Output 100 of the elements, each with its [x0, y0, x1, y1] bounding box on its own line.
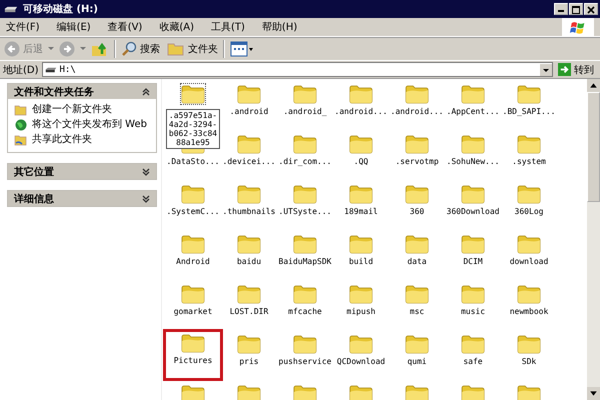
folder-icon[interactable] — [461, 384, 485, 400]
vertical-scrollbar[interactable] — [587, 79, 600, 400]
folder-icon[interactable] — [461, 234, 485, 254]
collapse-chevron-icon[interactable] — [142, 88, 150, 96]
folder-name[interactable]: QCDownload — [336, 357, 386, 366]
folder-name[interactable]: .DataSto... — [166, 157, 220, 166]
folder-icon[interactable] — [461, 284, 485, 304]
folder-icon[interactable] — [349, 384, 373, 400]
folder-name[interactable]: DCIM — [463, 257, 483, 266]
forward-button[interactable] — [57, 39, 77, 59]
folder-name[interactable]: qumi — [407, 357, 427, 366]
menu-item[interactable]: 查看(V) — [108, 20, 142, 34]
folder-icon[interactable] — [517, 234, 541, 254]
menu-item[interactable]: 工具(T) — [211, 20, 245, 34]
folder-name[interactable]: .SohuNew... — [446, 157, 500, 166]
folder-name[interactable]: .UTSyste... — [278, 207, 332, 216]
folder-icon[interactable] — [349, 334, 373, 354]
folder-icon[interactable] — [461, 134, 485, 154]
close-button[interactable] — [584, 3, 598, 15]
folder-icon[interactable] — [461, 184, 485, 204]
folder-name[interactable]: .BD_SAPI... — [502, 107, 556, 116]
folder-name[interactable]: BaiduMapSDK — [278, 257, 332, 266]
folder-icon[interactable] — [293, 134, 317, 154]
folder-name[interactable]: .system — [512, 157, 546, 166]
folder-name[interactable]: .devicei... — [222, 157, 276, 166]
folder-icon[interactable] — [405, 334, 429, 354]
folder-icon[interactable] — [461, 84, 485, 104]
folder-icon[interactable] — [293, 184, 317, 204]
folder-name[interactable]: msc — [410, 307, 424, 316]
folder-icon[interactable] — [405, 184, 429, 204]
folder-icon[interactable] — [237, 284, 261, 304]
folder-icon[interactable] — [293, 384, 317, 400]
folder-icon[interactable] — [405, 284, 429, 304]
folder-icon[interactable] — [349, 84, 373, 104]
folder-name[interactable]: newmbook — [510, 307, 548, 316]
folder-icon[interactable] — [517, 134, 541, 154]
folder-name[interactable]: mipush — [346, 307, 376, 316]
folder-icon[interactable] — [237, 384, 261, 400]
folder-icon[interactable] — [237, 334, 261, 354]
views-button[interactable] — [228, 39, 256, 59]
folder-name[interactable]: Android — [176, 257, 210, 266]
folder-name[interactable]: .android... — [390, 107, 444, 116]
dropdown-icon[interactable] — [540, 64, 552, 76]
folder-name[interactable]: .android — [230, 107, 268, 116]
folder-name[interactable]: baidu — [236, 257, 262, 266]
folder-icon[interactable] — [293, 284, 317, 304]
folder-icon[interactable] — [293, 234, 317, 254]
folder-name[interactable]: .android... — [334, 107, 388, 116]
folder-icon[interactable] — [237, 84, 261, 104]
task-link[interactable]: 共享此文件夹 — [32, 134, 92, 145]
folder-icon[interactable] — [181, 384, 205, 400]
folder-name[interactable]: 360Download — [446, 207, 500, 216]
menu-item[interactable]: 帮助(H) — [262, 20, 298, 34]
folder-name[interactable]: pris — [239, 357, 259, 366]
folder-icon[interactable] — [517, 184, 541, 204]
folder-name[interactable]: 360Log — [514, 207, 544, 216]
folder-name[interactable]: music — [460, 307, 486, 316]
folder-icon[interactable] — [517, 334, 541, 354]
folder-icon[interactable] — [181, 234, 205, 254]
folder-icon[interactable] — [237, 234, 261, 254]
folder-icon[interactable] — [181, 284, 205, 304]
folder-icon[interactable] — [405, 234, 429, 254]
folder-icon[interactable] — [181, 184, 205, 204]
folder-name[interactable]: download — [510, 257, 548, 266]
folder-icon[interactable] — [405, 384, 429, 400]
address-field[interactable]: H:\ — [42, 62, 553, 77]
folder-icon[interactable] — [405, 134, 429, 154]
menu-item[interactable]: 编辑(E) — [56, 20, 91, 34]
folder-icon[interactable] — [349, 284, 373, 304]
folder-icon[interactable] — [461, 334, 485, 354]
folder-name[interactable]: data — [407, 257, 427, 266]
panel-header[interactable]: 其它位置 — [8, 164, 156, 179]
folder-icon[interactable] — [349, 234, 373, 254]
task-link[interactable]: 将这个文件夹发布到 Web — [32, 119, 147, 130]
folder-icon[interactable] — [181, 84, 205, 104]
maximize-button[interactable] — [569, 3, 583, 15]
folder-icon[interactable] — [349, 134, 373, 154]
folder-name[interactable]: LOST.DIR — [230, 307, 268, 316]
folder-icon[interactable] — [517, 84, 541, 104]
search-button[interactable]: 搜索 — [119, 39, 162, 59]
scroll-down-icon[interactable] — [587, 387, 600, 400]
folder-name[interactable]: gomarket — [174, 307, 212, 316]
folder-icon[interactable] — [181, 333, 205, 353]
folder-name[interactable]: .thumbnails — [222, 207, 276, 216]
folder-icon[interactable] — [237, 134, 261, 154]
scroll-up-icon[interactable] — [587, 79, 600, 92]
caret-icon[interactable] — [48, 47, 54, 51]
folder-name[interactable]: Pictures — [174, 356, 212, 365]
folder-icon[interactable] — [349, 184, 373, 204]
caret-icon[interactable] — [80, 47, 86, 51]
folder-name[interactable]: .AppCent... — [446, 107, 500, 116]
expand-chevron-icon[interactable] — [142, 194, 150, 202]
folder-name[interactable]: safe — [463, 357, 483, 366]
folder-name[interactable]: .SystemC... — [166, 207, 220, 216]
folder-icon[interactable] — [293, 334, 317, 354]
expand-chevron-icon[interactable] — [142, 168, 150, 176]
menu-item[interactable]: 收藏(A) — [159, 20, 194, 34]
menu-item[interactable]: 文件(F) — [6, 20, 40, 34]
folder-name[interactable]: 189mail — [344, 207, 378, 216]
folder-name-tooltip[interactable]: .a597e51a-4a2d-3294-b062-33c8488a1e95 — [166, 109, 220, 149]
